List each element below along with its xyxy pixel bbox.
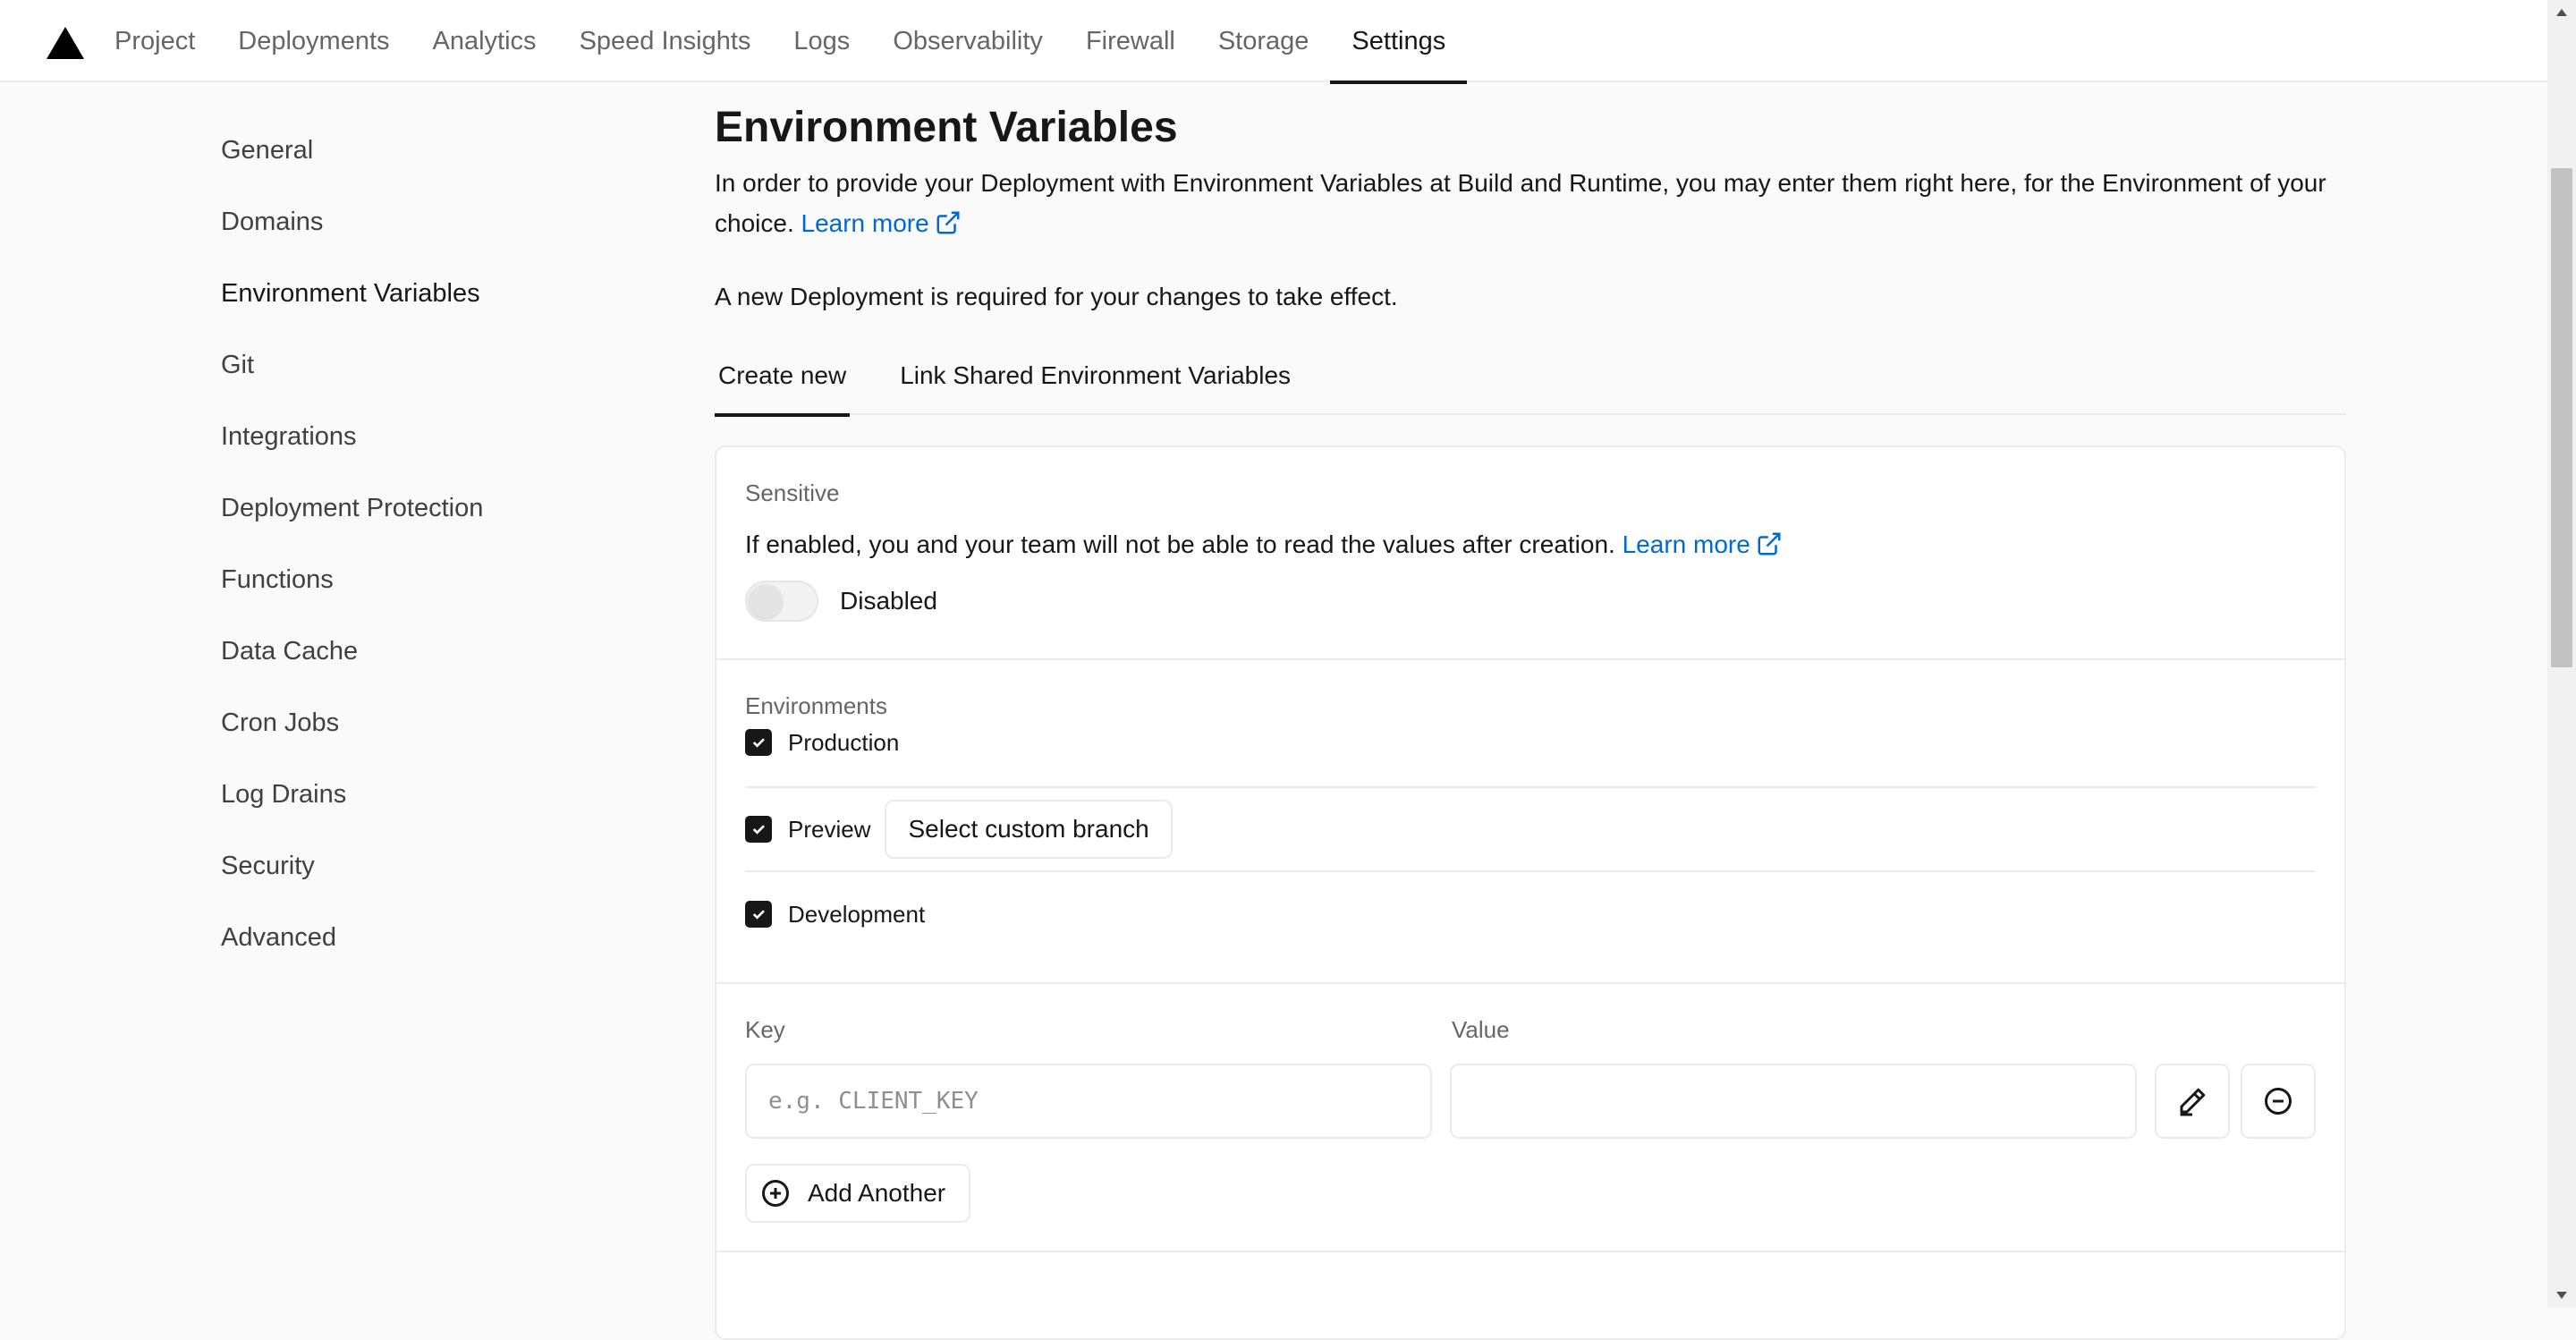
environments-label: Environments [745,692,887,719]
sidebar-item-log-drains[interactable]: Log Drains [221,759,668,830]
sensitive-description: If enabled, you and your team will not b… [745,527,2316,563]
add-another-label: Add Another [808,1179,946,1207]
external-link-icon[interactable] [1756,530,1783,557]
nav-tab-logs[interactable]: Logs [772,0,871,82]
checkmark-icon [752,738,765,748]
minus-circle-icon [2265,1088,2292,1115]
sidebar-item-deployment-protection[interactable]: Deployment Protection [221,472,668,544]
env-row-production: Production [745,729,2316,788]
nav-tab-speed-insights[interactable]: Speed Insights [558,0,773,82]
sensitive-text: If enabled, you and your team will not b… [745,530,1615,558]
value-input[interactable] [1450,1064,2138,1139]
scroll-up-arrow-icon[interactable] [2556,9,2567,16]
nav-tab-settings[interactable]: Settings [1330,0,1468,84]
sidebar-item-functions[interactable]: Functions [221,544,668,615]
page-title: Environment Variables [715,104,1178,151]
sidebar-item-integrations[interactable]: Integrations [221,401,668,472]
top-nav: Project Deployments Analytics Speed Insi… [0,0,2547,84]
env-tabs: Create new Link Shared Environment Varia… [715,361,2346,417]
sidebar-item-advanced[interactable]: Advanced [221,902,668,973]
production-checkbox[interactable] [745,729,772,756]
sidebar-item-general[interactable]: General [221,114,668,186]
tab-link-shared[interactable]: Link Shared Environment Variables [896,361,1294,415]
select-custom-branch-button[interactable]: Select custom branch [885,800,1173,859]
external-link-icon[interactable] [935,209,962,236]
settings-sidebar: General Domains Environment Variables Gi… [221,125,668,984]
nav-tab-storage[interactable]: Storage [1197,0,1331,82]
toggle-state-label: Disabled [840,587,937,615]
vercel-logo-icon[interactable] [47,27,84,59]
sidebar-item-git[interactable]: Git [221,329,668,401]
preview-label: Preview [788,815,871,843]
sensitive-label: Sensitive [745,479,840,506]
env-row-development: Development [745,872,2316,956]
learn-more-label[interactable]: Learn more [801,209,929,237]
env-var-form-card: Sensitive If enabled, you and your team … [715,445,2346,1340]
sensitive-learn-more-link[interactable]: Learn more [1623,530,1783,558]
scrollbar-thumb[interactable] [2551,168,2572,667]
sidebar-item-cron-jobs[interactable]: Cron Jobs [221,687,668,759]
main-content: Environment Variables In order to provid… [715,82,2346,1340]
remove-row-button[interactable] [2241,1064,2316,1139]
value-label: Value [1452,1016,1510,1043]
sidebar-item-domains[interactable]: Domains [221,186,668,258]
tab-create-new[interactable]: Create new [715,361,851,417]
sidebar-item-security[interactable]: Security [221,830,668,902]
environments-section: Environments Production Preview Select c… [716,660,2344,984]
pencil-icon [2180,1088,2206,1116]
key-input[interactable] [745,1064,1433,1139]
sensitive-toggle[interactable] [745,581,818,622]
key-value-section: Key Value Add Another [716,984,2344,1252]
checkmark-icon [752,825,765,835]
sidebar-item-data-cache[interactable]: Data Cache [221,615,668,687]
nav-tab-analytics[interactable]: Analytics [411,0,558,82]
nav-tab-project[interactable]: Project [93,0,216,82]
edit-value-button[interactable] [2155,1064,2231,1139]
preview-checkbox[interactable] [745,816,772,843]
checkmark-icon [752,910,765,920]
plus-circle-icon [762,1180,789,1207]
scrollbar[interactable] [2547,0,2576,1308]
kv-labels: Key Value [745,1016,2316,1044]
add-another-button[interactable]: Add Another [745,1164,971,1223]
nav-tab-firewall[interactable]: Firewall [1064,0,1197,82]
production-label: Production [788,729,900,756]
page-description: In order to provide your Deployment with… [715,163,2346,243]
scroll-down-arrow-icon[interactable] [2556,1292,2567,1299]
kv-row [745,1064,2316,1139]
nav-tab-observability[interactable]: Observability [871,0,1064,82]
sensitive-section: Sensitive If enabled, you and your team … [716,447,2344,660]
nav-tab-deployments[interactable]: Deployments [216,0,411,82]
sensitive-toggle-row: Disabled [745,581,2316,622]
learn-more-link[interactable]: Learn more [801,209,962,237]
nav-tabs: Project Deployments Analytics Speed Insi… [93,0,1468,84]
toggle-knob [749,584,783,618]
redeploy-note: A new Deployment is required for your ch… [715,283,1398,310]
key-label: Key [745,1016,785,1043]
development-checkbox[interactable] [745,901,772,928]
env-row-preview: Preview Select custom branch [745,788,2316,872]
sidebar-item-environment-variables[interactable]: Environment Variables [221,258,668,329]
sensitive-learn-more-label[interactable]: Learn more [1623,530,1750,558]
development-label: Development [788,900,926,928]
